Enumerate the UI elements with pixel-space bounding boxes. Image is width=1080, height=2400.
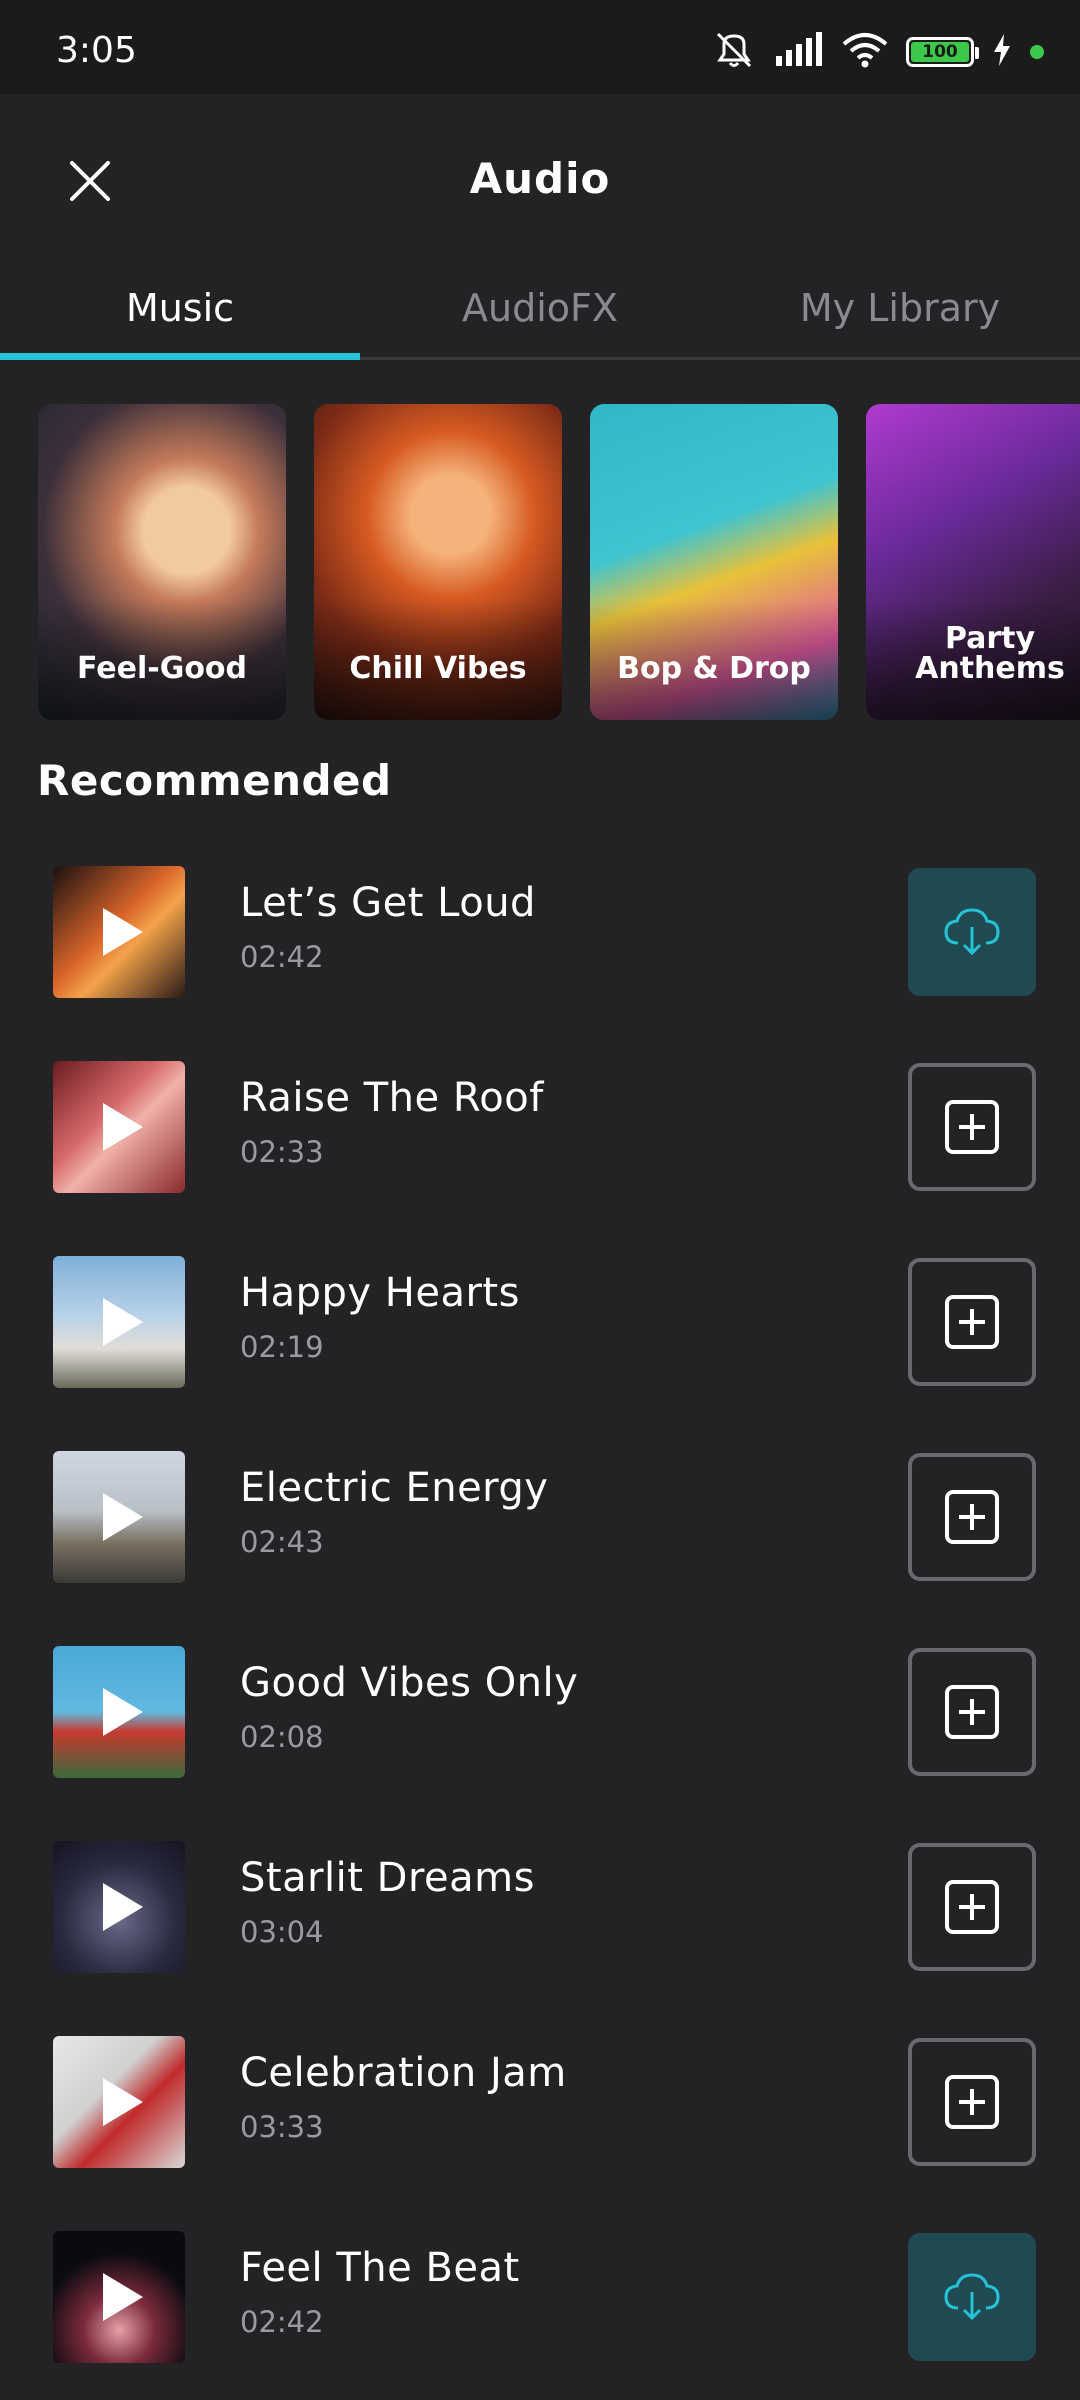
play-icon: [103, 1688, 143, 1736]
page-title: Audio: [469, 154, 611, 203]
play-icon: [103, 2273, 143, 2321]
track-duration: 02:43: [240, 1525, 324, 1559]
status-time: 3:05: [56, 30, 137, 71]
track-title: Raise The Roof: [240, 1075, 544, 1121]
track-duration: 03:04: [240, 1915, 324, 1949]
track-thumbnail[interactable]: [53, 2036, 185, 2168]
category-card-feel-good[interactable]: Feel-Good: [38, 404, 286, 720]
category-card-party-anthems[interactable]: Party Anthems: [866, 404, 1080, 720]
track-title: Electric Energy: [240, 1465, 549, 1511]
play-icon: [103, 908, 143, 956]
tab-music[interactable]: Music: [0, 274, 360, 360]
track-thumbnail[interactable]: [53, 1451, 185, 1583]
category-card-bop-and-drop[interactable]: Bop & Drop: [590, 404, 838, 720]
track-duration: 02:42: [240, 940, 324, 974]
play-icon: [103, 1103, 143, 1151]
category-carousel: Feel-Good Chill Vibes Bop & Drop Party A…: [38, 404, 1080, 720]
list-item[interactable]: Feel The Beat 02:42: [0, 2225, 1080, 2400]
play-icon: [103, 1493, 143, 1541]
track-duration: 03:33: [240, 2110, 324, 2144]
add-icon: [945, 1685, 999, 1739]
play-icon: [103, 2078, 143, 2126]
add-button[interactable]: [908, 1648, 1036, 1776]
track-duration: 02:42: [240, 2305, 324, 2339]
add-icon: [945, 2075, 999, 2129]
charging-icon: [992, 33, 1012, 71]
track-title: Starlit Dreams: [240, 1855, 535, 1901]
track-thumbnail[interactable]: [53, 2231, 185, 2363]
track-thumbnail[interactable]: [53, 1841, 185, 1973]
add-icon: [945, 1490, 999, 1544]
add-icon: [945, 1295, 999, 1349]
track-title: Celebration Jam: [240, 2050, 567, 2096]
tab-bar: Music AudioFX My Library: [0, 274, 1080, 360]
category-label: Chill Vibes: [349, 651, 527, 686]
list-item[interactable]: Celebration Jam 03:33: [0, 2030, 1080, 2225]
category-card-chill-vibes[interactable]: Chill Vibes: [314, 404, 562, 720]
cloud-download-icon: [944, 2273, 1000, 2321]
add-button[interactable]: [908, 1063, 1036, 1191]
list-item[interactable]: Starlit Dreams 03:04: [0, 1835, 1080, 2030]
list-item[interactable]: Good Vibes Only 02:08: [0, 1640, 1080, 1835]
add-button[interactable]: [908, 1453, 1036, 1581]
track-thumbnail[interactable]: [53, 1061, 185, 1193]
track-title: Feel The Beat: [240, 2245, 520, 2291]
add-button[interactable]: [908, 2038, 1036, 2166]
category-label: Feel-Good: [76, 651, 248, 686]
track-title: Good Vibes Only: [240, 1660, 579, 1706]
battery-icon: 100: [906, 37, 979, 67]
list-item[interactable]: Raise The Roof 02:33: [0, 1055, 1080, 1250]
mute-icon: [712, 30, 756, 75]
signal-icon: [774, 31, 824, 73]
add-icon: [945, 1880, 999, 1934]
tab-audiofx[interactable]: AudioFX: [360, 274, 720, 357]
list-item[interactable]: Electric Energy 02:43: [0, 1445, 1080, 1640]
track-thumbnail[interactable]: [53, 1256, 185, 1388]
battery-level: 100: [911, 42, 969, 62]
add-button[interactable]: [908, 1258, 1036, 1386]
track-duration: 02:33: [240, 1135, 324, 1169]
section-title-recommended: Recommended: [37, 756, 392, 805]
track-duration: 02:19: [240, 1330, 324, 1364]
track-thumbnail[interactable]: [53, 1646, 185, 1778]
list-item[interactable]: Happy Hearts 02:19: [0, 1250, 1080, 1445]
add-icon: [945, 1100, 999, 1154]
tab-my-library[interactable]: My Library: [720, 274, 1080, 357]
header: Audio: [0, 94, 1080, 274]
download-button[interactable]: [908, 2233, 1036, 2361]
play-icon: [103, 1298, 143, 1346]
status-bar: 3:05 100: [0, 0, 1080, 94]
track-thumbnail[interactable]: [53, 866, 185, 998]
track-duration: 02:08: [240, 1720, 324, 1754]
track-title: Let’s Get Loud: [240, 880, 536, 926]
privacy-indicator: [1030, 45, 1044, 59]
list-item[interactable]: Let’s Get Loud 02:42: [0, 860, 1080, 1055]
track-title: Happy Hearts: [240, 1270, 520, 1316]
add-button[interactable]: [908, 1843, 1036, 1971]
wifi-icon: [842, 32, 888, 73]
cloud-download-icon: [944, 908, 1000, 956]
track-list: Let’s Get Loud 02:42 Raise The Roof 02:3…: [0, 860, 1080, 2400]
status-icons: 100: [712, 30, 1044, 74]
play-icon: [103, 1883, 143, 1931]
category-label: Bop & Drop: [617, 651, 811, 686]
download-button[interactable]: [908, 868, 1036, 996]
category-label: Party Anthems: [915, 621, 1065, 686]
